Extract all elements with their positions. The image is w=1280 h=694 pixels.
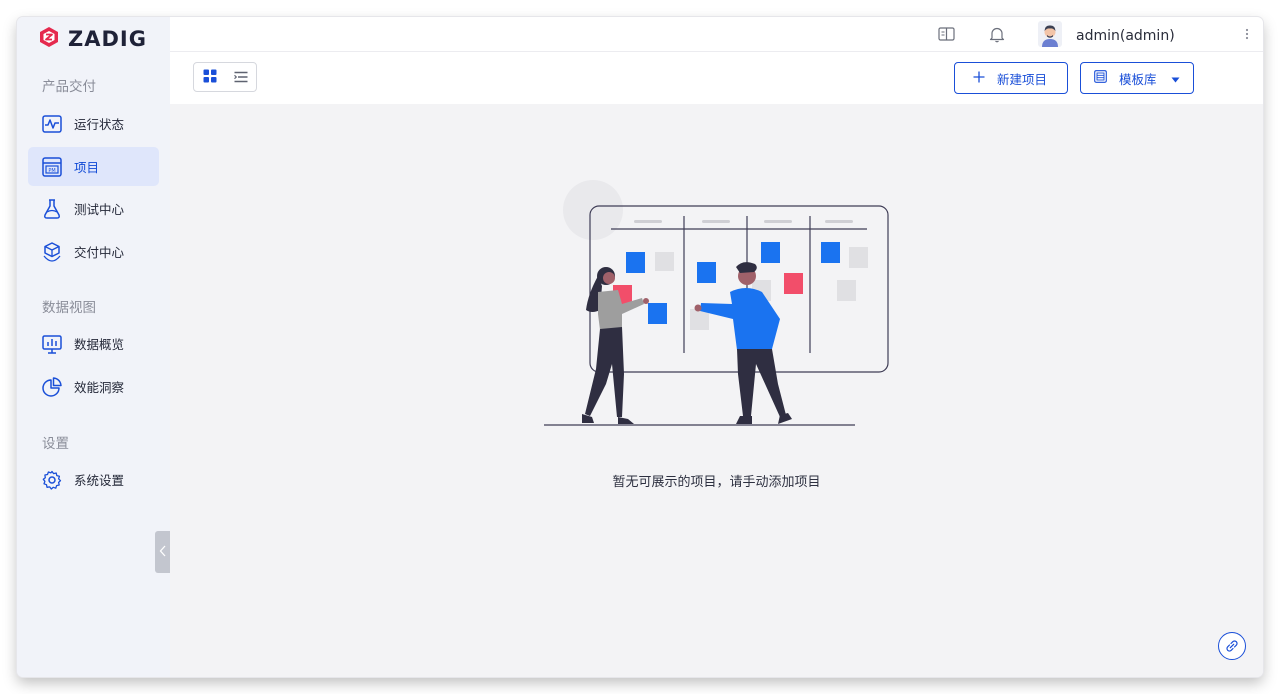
grid-view-icon	[203, 68, 217, 87]
vertical-dots-icon[interactable]	[1238, 25, 1256, 43]
grid-view-button[interactable]	[194, 63, 225, 91]
brand-logo[interactable]: ZADIG	[39, 27, 147, 51]
package-hand-icon	[41, 241, 63, 263]
sidebar-collapse-handle[interactable]	[155, 531, 170, 573]
pulse-monitor-icon	[41, 113, 63, 135]
sidebar-item-projects[interactable]: PM 项目	[28, 147, 159, 186]
list-view-button[interactable]	[225, 63, 256, 91]
template-library-button[interactable]: 模板库	[1080, 62, 1194, 94]
main-content: 暂无可展示的项目，请手动添加项目	[170, 104, 1263, 677]
chevron-left-icon	[159, 545, 167, 560]
sidebar-item-data-overview[interactable]: 数据概览	[28, 324, 159, 363]
template-icon	[1094, 70, 1107, 86]
section-title-delivery: 产品交付	[42, 79, 96, 95]
pie-chart-icon	[41, 376, 63, 398]
gear-icon	[41, 469, 63, 491]
pm-board-icon: PM	[41, 156, 63, 178]
sidebar-item-delivery-center[interactable]: 交付中心	[28, 232, 159, 271]
sidebar-item-label: 交付中心	[74, 245, 125, 260]
sidebar-item-label: 数据概览	[74, 337, 125, 352]
toolbar: 新建项目 模板库	[170, 52, 1263, 104]
sidebar-item-system-settings[interactable]: 系统设置	[28, 460, 159, 499]
section-title-data-view: 数据视图	[42, 300, 96, 316]
user-name: admin(admin)	[1076, 28, 1175, 44]
sidebar-item-test-center[interactable]: 测试中心	[28, 189, 159, 228]
list-view-icon	[233, 68, 248, 87]
book-icon[interactable]	[937, 25, 955, 43]
caret-down-icon	[1171, 71, 1180, 86]
sidebar-item-efficiency-insight[interactable]: 效能洞察	[28, 367, 159, 406]
view-toggle	[193, 62, 257, 92]
sidebar: ZADIG 产品交付 运行状态 PM 项目 测试中心 交付中心 数据视图 数据概…	[17, 17, 170, 677]
new-project-label: 新建项目	[997, 71, 1048, 87]
user-menu[interactable]: admin(admin)	[1038, 21, 1175, 51]
empty-state-message: 暂无可展示的项目，请手动添加项目	[612, 475, 821, 490]
sidebar-item-label: 项目	[74, 160, 100, 175]
new-project-button[interactable]: 新建项目	[954, 62, 1068, 94]
zadig-logo-icon	[39, 26, 59, 52]
svg-text:PM: PM	[48, 168, 55, 174]
section-title-settings: 设置	[42, 436, 69, 452]
sidebar-item-label: 效能洞察	[74, 380, 125, 395]
sidebar-item-label: 运行状态	[74, 117, 125, 132]
bell-icon[interactable]	[988, 25, 1006, 43]
link-icon	[1226, 637, 1238, 656]
link-button[interactable]	[1218, 632, 1246, 660]
empty-state-illustration	[544, 180, 889, 426]
plus-icon	[973, 71, 985, 86]
sidebar-item-label: 系统设置	[74, 473, 125, 488]
avatar	[1038, 21, 1062, 51]
template-label: 模板库	[1119, 71, 1157, 87]
sidebar-item-label: 测试中心	[74, 202, 125, 217]
brand-name: ZADIG	[68, 27, 147, 51]
chart-monitor-icon	[41, 333, 63, 355]
app-window: ZADIG 产品交付 运行状态 PM 项目 测试中心 交付中心 数据视图 数据概…	[17, 17, 1263, 677]
flask-icon	[41, 198, 63, 220]
top-bar: admin(admin)	[170, 17, 1263, 52]
sidebar-item-runtime-status[interactable]: 运行状态	[28, 104, 159, 143]
